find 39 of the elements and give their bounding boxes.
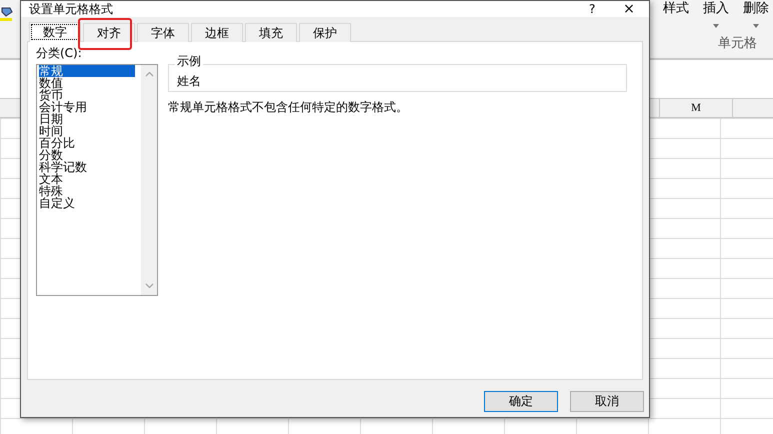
sample-legend: 示例 [175, 54, 203, 68]
tab[interactable]: 填充 [245, 23, 297, 42]
list-item[interactable]: 日期 [39, 113, 141, 125]
close-button[interactable]: × [609, 1, 649, 17]
sample-value: 姓名 [177, 74, 201, 88]
category-list[interactable]: 常规 数值 货币 会计专用 日期 时间 百分比 分数 科学记数 文本 特殊 自定义 [36, 64, 158, 296]
group-label: 单元格 [718, 35, 757, 52]
list-item[interactable]: 分数 [39, 149, 141, 161]
list-item[interactable]: 科学记数 [39, 161, 141, 173]
ribbon-button[interactable]: 样式 [663, 2, 689, 16]
tab[interactable]: 对齐 [83, 23, 135, 42]
list-item[interactable]: 常规 [39, 65, 135, 77]
list-item[interactable]: 货币 [39, 89, 141, 101]
scroll-up-icon[interactable] [144, 71, 154, 77]
ribbon-button[interactable]: 插入 [703, 2, 729, 28]
list-item[interactable]: 特殊 [39, 185, 141, 197]
caret-icon[interactable] [753, 24, 759, 28]
list-item[interactable]: 会计专用 [39, 101, 141, 113]
list-item[interactable]: 数值 [39, 77, 141, 89]
scroll-down-icon[interactable] [144, 283, 154, 289]
window-title: 设置单元格格式 [29, 2, 114, 16]
ribbon-button[interactable]: 删除 [743, 2, 769, 28]
list-item[interactable]: 时间 [39, 125, 141, 137]
scrollbar[interactable] [141, 65, 157, 295]
format-description: 常规单元格格式不包含任何特定的数字格式。 [168, 100, 409, 114]
list-item[interactable]: 文本 [39, 173, 141, 185]
tab[interactable]: 数字 [29, 22, 81, 42]
list-item[interactable]: 百分比 [39, 137, 141, 149]
help-button[interactable]: ? [589, 2, 609, 16]
cancel-button[interactable]: 取消 [570, 391, 644, 412]
tab[interactable]: 保护 [299, 23, 351, 42]
brush-icon[interactable] [0, 6, 14, 22]
ok-button[interactable]: 确定 [484, 391, 558, 412]
tab[interactable]: 边框 [191, 23, 243, 42]
category-label: 分类(C): [36, 46, 83, 60]
list-item[interactable]: 自定义 [39, 197, 141, 209]
caret-icon[interactable] [713, 24, 719, 28]
tab[interactable]: 字体 [137, 23, 189, 42]
column-header[interactable]: M [659, 99, 732, 117]
